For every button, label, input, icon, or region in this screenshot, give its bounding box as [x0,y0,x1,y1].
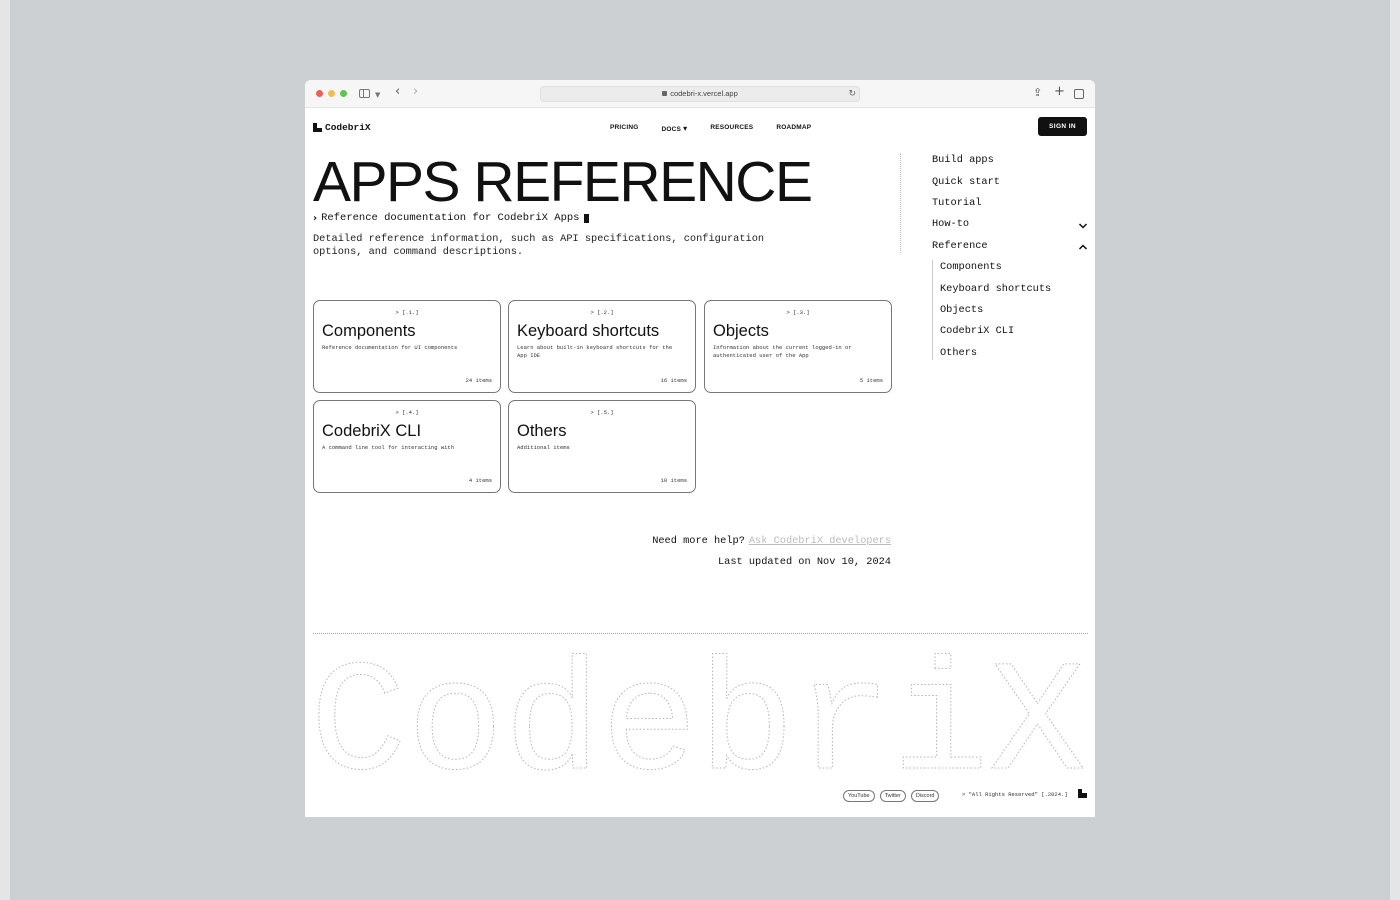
background-edge-right [1390,0,1400,900]
card-others[interactable]: > [.5.] Others Additional items 10 items [508,400,696,493]
sidebar-divider [900,153,901,253]
twitter-link[interactable]: Twitter [879,790,906,802]
card-components[interactable]: > [.1.] Components Reference documentati… [313,300,501,393]
browser-toolbar: ▼ ‹ › codebri-x.vercel.app ↻ ⇪ + [305,80,1095,108]
brand-name: CodebriX [325,122,371,133]
sidebar-sub-keyboard-shortcuts[interactable]: Keyboard shortcuts [940,283,1051,295]
chevron-up-icon[interactable] [1078,242,1088,252]
site-header: CodebriX PRICING DOCS ▾ RESOURCES ROADMA… [305,108,1095,146]
new-tab-icon[interactable]: + [1054,85,1065,99]
sign-in-button[interactable]: SIGN IN [1038,117,1087,136]
share-icon[interactable]: ⇪ [1033,86,1042,100]
sidebar-item-build-apps[interactable]: Build apps [932,154,994,166]
browser-window: ▼ ‹ › codebri-x.vercel.app ↻ ⇪ + Codebri… [305,80,1095,817]
card-title: CodebriX CLI [322,422,422,440]
sidebar-sub-others[interactable]: Others [940,347,977,359]
brand-logo[interactable]: CodebriX [313,122,371,133]
prompt-arrow-icon: › [313,212,318,224]
card-count: 5 items [859,377,883,384]
card-title: Objects [713,322,769,340]
sidebar-sub-codebrix-cli[interactable]: CodebriX CLI [940,325,1014,337]
sidebar-item-reference[interactable]: Reference [932,240,988,252]
card-count: 4 items [468,477,492,484]
card-index: > [.3.] [786,309,810,316]
reload-icon[interactable]: ↻ [848,87,856,101]
footer-divider [313,633,1088,634]
card-title: Components [322,322,416,340]
lock-icon [662,91,668,96]
card-keyboard-shortcuts[interactable]: > [.2.] Keyboard shortcuts Learn about b… [508,300,696,393]
zoom-window-button[interactable] [340,90,347,97]
card-count: 10 items [660,477,687,484]
cursor-block-icon [584,213,590,223]
caret-down-icon: ▾ [683,124,688,133]
footer-wordmark: CodebriX [310,644,1087,774]
card-index: > [.4.] [395,409,419,416]
footer-social-links: YouTube Twitter Discord [843,790,940,802]
brand-mark-icon [1078,789,1087,798]
copyright-text: > "All Rights Reserved" [.2024.] [962,791,1068,798]
youtube-link[interactable]: YouTube [843,790,875,802]
forward-arrow-icon[interactable]: › [413,85,418,99]
nav-resources[interactable]: RESOURCES [710,124,753,133]
chevron-down-icon[interactable]: ▼ [375,88,380,102]
last-updated: Last updated on Nov 10, 2024 [717,556,891,568]
card-objects[interactable]: > [.3.] Objects Information about the cu… [704,300,892,393]
card-count: 24 items [465,377,492,384]
sidebar-toggle-icon[interactable] [359,89,370,98]
card-count: 16 items [660,377,687,384]
card-description: A command line tool for interacting with [322,444,455,451]
footer-wordmark-text: CodebriX [310,644,1086,774]
nav-docs-label: DOCS [661,126,682,133]
address-bar[interactable]: codebri-x.vercel.app ↻ [540,86,860,102]
brand-mark-icon [313,123,322,132]
ask-developers-link[interactable]: Ask CodebriX developers [749,535,891,547]
sidebar-item-quick-start[interactable]: Quick start [932,176,1000,188]
nav-pricing[interactable]: PRICING [610,124,639,133]
sidebar-sub-objects[interactable]: Objects [940,304,983,316]
sidebar-item-tutorial[interactable]: Tutorial [932,197,981,209]
tab-overview-icon[interactable] [1074,89,1084,99]
card-description: Information about the current logged-in … [713,344,852,359]
discord-link[interactable]: Discord [910,790,940,802]
sidebar-item-how-to[interactable]: How-to [932,218,969,230]
subtitle-text: Reference documentation for CodebriX App… [321,212,580,224]
card-description: Reference documentation for UI component… [322,344,458,351]
page-description: Detailed reference information, such as … [313,233,765,258]
subnav-divider [932,260,933,360]
card-index: > [.5.] [590,409,614,416]
card-index: > [.2.] [590,309,614,316]
url-text: codebri-x.vercel.app [670,89,738,98]
minimize-window-button[interactable] [328,90,335,97]
page-subtitle: › Reference documentation for CodebriX A… [313,212,590,224]
nav-roadmap[interactable]: ROADMAP [776,124,811,133]
page-title: APPS REFERENCE [313,150,813,214]
help-text: Need more help? [652,535,745,547]
card-description: Additional items [517,444,570,451]
card-title: Keyboard shortcuts [517,322,660,340]
help-line: Need more help? Ask CodebriX developers [652,535,891,547]
card-codebrix-cli[interactable]: > [.4.] CodebriX CLI A command line tool… [313,400,501,493]
background-edge-left [0,0,10,900]
chevron-down-icon[interactable] [1078,221,1088,231]
back-arrow-icon[interactable]: ‹ [395,85,400,99]
close-window-button[interactable] [316,90,323,97]
card-description: Learn about built-in keyboard shortcuts … [517,344,673,359]
card-title: Others [517,422,567,440]
main-nav: PRICING DOCS ▾ RESOURCES ROADMAP [610,124,811,133]
nav-docs[interactable]: DOCS ▾ [662,124,688,133]
card-index: > [.1.] [395,309,419,316]
sidebar-sub-components[interactable]: Components [940,261,1002,273]
